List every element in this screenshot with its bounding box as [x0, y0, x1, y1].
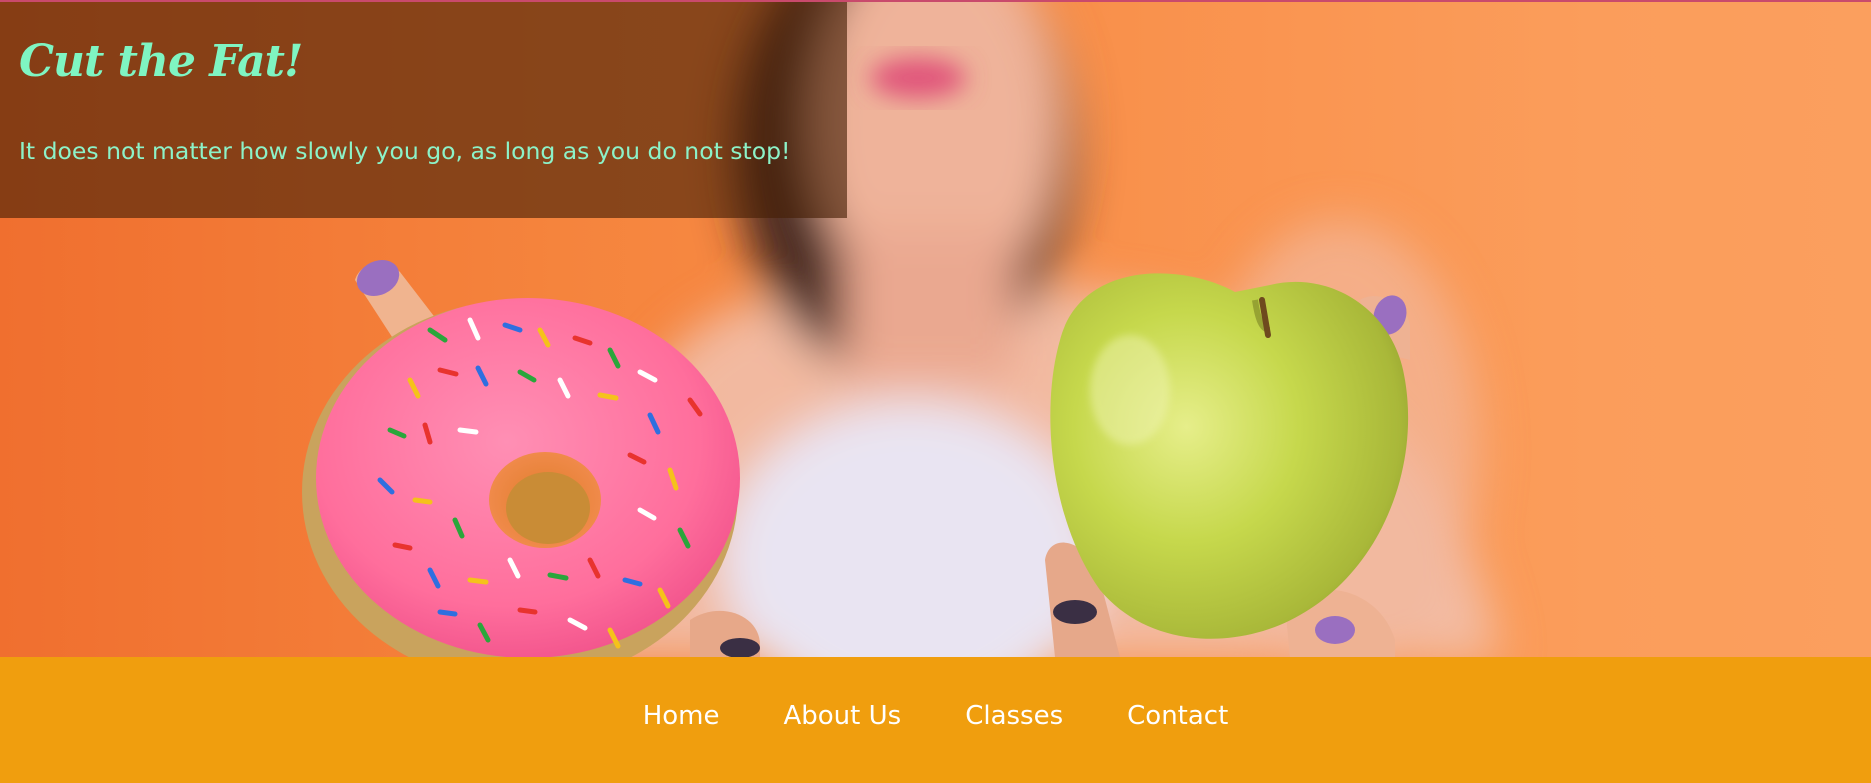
nav-item-home: Home — [643, 701, 720, 731]
nav-item-classes: Classes — [965, 701, 1063, 731]
nav-link-about-us[interactable]: About Us — [783, 701, 901, 731]
site-title: Cut the Fat! — [19, 36, 303, 87]
top-accent-rule — [0, 0, 1871, 2]
nav-link-contact[interactable]: Contact — [1127, 701, 1228, 731]
donut-illustration — [302, 298, 740, 657]
nav-list: Home About Us Classes Contact — [643, 701, 1229, 739]
page: Cut the Fat! It does not matter how slow… — [0, 0, 1871, 783]
nav-link-home[interactable]: Home — [643, 701, 720, 731]
main-nav: Home About Us Classes Contact — [0, 657, 1871, 783]
nav-item-contact: Contact — [1127, 701, 1228, 731]
hero-tagline: It does not matter how slowly you go, as… — [19, 137, 791, 165]
nav-link-classes[interactable]: Classes — [965, 701, 1063, 731]
hero-banner: Cut the Fat! It does not matter how slow… — [0, 2, 847, 218]
hero-section: Cut the Fat! It does not matter how slow… — [0, 0, 1871, 657]
nav-item-about-us: About Us — [783, 701, 901, 731]
